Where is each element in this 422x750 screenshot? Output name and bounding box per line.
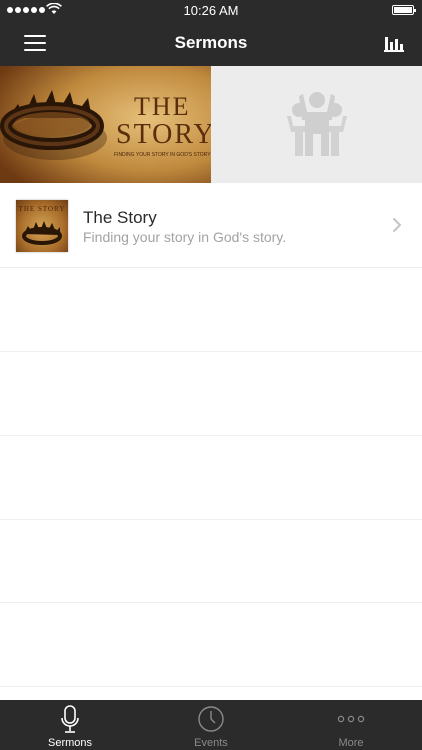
tab-bar: Sermons Events More — [0, 700, 422, 750]
row-title: The Story — [83, 208, 157, 227]
banner-tagline: FINDING YOUR STORY IN GOD'S STORY — [114, 152, 211, 158]
banner-placeholder — [211, 66, 422, 183]
banner-title-line1: THE — [134, 92, 191, 121]
microphone-icon — [61, 705, 79, 733]
status-time: 10:26 AM — [183, 3, 239, 18]
tab-sermons[interactable]: Sermons — [0, 700, 140, 750]
empty-row — [0, 268, 422, 352]
more-dots-icon — [337, 715, 365, 723]
battery-icon — [392, 5, 416, 15]
sermon-series-row[interactable]: THE STORY The Story Finding your story i… — [0, 183, 422, 268]
empty-row — [0, 603, 422, 687]
series-banner[interactable]: THE STORY FINDING YOUR STORY IN GOD'S ST… — [0, 66, 422, 183]
navigation-bar: Sermons — [0, 20, 422, 66]
tab-events[interactable]: Events — [141, 700, 281, 750]
status-bar: 10:26 AM — [0, 0, 422, 20]
thumbnail-title: THE STORY — [18, 205, 66, 213]
tab-label: More — [338, 737, 364, 749]
empty-row — [0, 519, 422, 603]
tab-more[interactable]: More — [281, 700, 421, 750]
tab-label: Sermons — [47, 737, 93, 749]
empty-row — [0, 352, 422, 436]
people-raising-hands-icon — [287, 92, 347, 156]
tab-label: Events — [194, 737, 228, 749]
clock-icon — [198, 706, 224, 732]
bar-chart-icon[interactable] — [384, 33, 404, 53]
row-subtitle: Finding your story in God's story. — [83, 229, 287, 245]
page-title: Sermons — [174, 33, 248, 52]
chevron-right-icon — [393, 218, 401, 232]
banner-title-line2: STORY — [116, 119, 216, 150]
empty-row — [0, 436, 422, 520]
